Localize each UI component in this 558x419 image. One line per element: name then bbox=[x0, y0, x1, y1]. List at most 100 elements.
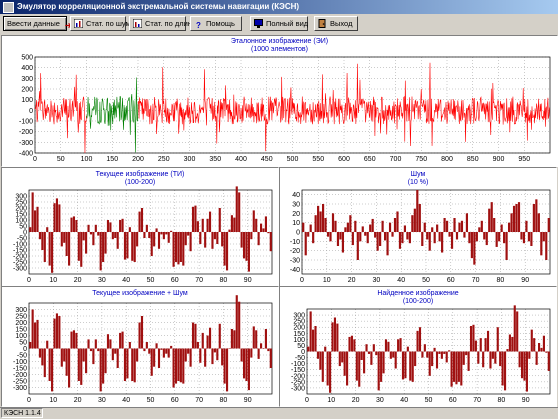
bar bbox=[43, 348, 46, 378]
bar bbox=[250, 232, 253, 240]
x-tick-label: 40 bbox=[122, 397, 130, 404]
bar bbox=[225, 232, 229, 271]
bar bbox=[346, 222, 349, 232]
x-tick-label: 30 bbox=[373, 277, 381, 284]
enter-data-button[interactable]: Ввести данные ➔ bbox=[3, 16, 72, 31]
bar bbox=[213, 232, 216, 240]
bar bbox=[157, 348, 161, 368]
bar bbox=[177, 348, 180, 381]
y-tick-label: -30 bbox=[290, 258, 300, 265]
bar bbox=[474, 340, 477, 352]
bar bbox=[43, 232, 46, 262]
y-tick-label: 0 bbox=[29, 108, 33, 115]
bar bbox=[140, 316, 144, 349]
x-tick-label: 30 bbox=[98, 277, 106, 284]
bar bbox=[535, 351, 538, 365]
bar bbox=[314, 215, 317, 232]
bar bbox=[516, 311, 519, 352]
bar bbox=[379, 232, 382, 246]
bar bbox=[111, 232, 114, 240]
bar bbox=[206, 335, 209, 349]
bar bbox=[515, 204, 518, 232]
bar bbox=[517, 202, 521, 232]
bar bbox=[397, 339, 400, 352]
bar bbox=[326, 232, 330, 237]
bar bbox=[496, 327, 499, 352]
x-tick-label: 40 bbox=[122, 277, 130, 284]
x-tick-label: 550 bbox=[312, 156, 324, 163]
bar bbox=[213, 348, 216, 353]
help-button[interactable]: ? Помощь bbox=[190, 16, 242, 31]
bar bbox=[187, 232, 190, 236]
y-tick-label: -200 bbox=[19, 129, 33, 136]
bar bbox=[235, 186, 238, 232]
bar bbox=[75, 332, 78, 349]
bar bbox=[153, 232, 156, 247]
bar bbox=[382, 351, 385, 374]
chart-icon bbox=[132, 18, 143, 29]
bar bbox=[540, 347, 543, 352]
x-tick-label: 60 bbox=[447, 277, 455, 284]
bar bbox=[63, 348, 66, 362]
bar bbox=[82, 348, 85, 362]
bar bbox=[51, 232, 54, 273]
exit-button[interactable]: Выход bbox=[314, 16, 358, 31]
bar bbox=[65, 348, 68, 376]
bar bbox=[396, 211, 399, 232]
bar bbox=[389, 351, 392, 359]
bar bbox=[450, 351, 453, 387]
bar bbox=[233, 330, 236, 349]
bar bbox=[245, 232, 248, 261]
x-tick-label: 0 bbox=[300, 277, 304, 284]
bar bbox=[493, 218, 496, 232]
full-view-button[interactable]: Полный вид bbox=[250, 16, 308, 31]
bar bbox=[366, 232, 369, 244]
bar bbox=[491, 351, 494, 359]
bar bbox=[380, 351, 383, 382]
bar bbox=[365, 344, 368, 352]
bar bbox=[85, 232, 88, 254]
bar bbox=[360, 351, 363, 360]
bar bbox=[242, 232, 246, 259]
x-tick-label: 950 bbox=[518, 156, 530, 163]
stat-noise-button[interactable]: Стат. по шуму bbox=[70, 16, 135, 31]
bar bbox=[445, 220, 449, 232]
bar bbox=[346, 351, 349, 386]
x-tick-label: 50 bbox=[147, 277, 155, 284]
bar bbox=[319, 351, 322, 370]
bar bbox=[114, 348, 117, 354]
full-view-label: Полный вид bbox=[266, 19, 309, 28]
bar bbox=[221, 348, 224, 366]
reference-chart: 5004003002001000-100-200-300-4000 50 100 15… bbox=[19, 55, 551, 163]
bar bbox=[426, 232, 429, 240]
bar bbox=[208, 327, 212, 349]
bar bbox=[46, 340, 49, 349]
bar bbox=[448, 232, 451, 237]
bar bbox=[507, 222, 511, 232]
bar bbox=[445, 351, 448, 363]
bar bbox=[404, 351, 407, 379]
bar bbox=[538, 343, 541, 352]
bar bbox=[374, 232, 377, 238]
bar bbox=[423, 344, 426, 352]
bar bbox=[182, 232, 185, 266]
bar bbox=[179, 232, 182, 262]
stat-length-button[interactable]: Стат. по длине bbox=[129, 16, 196, 31]
x-tick-label: 500 bbox=[287, 156, 299, 163]
help-icon: ? bbox=[196, 21, 201, 30]
x-tick-label: 450 bbox=[261, 156, 273, 163]
bar bbox=[478, 227, 481, 232]
bar bbox=[114, 232, 117, 238]
x-tick-label: 800 bbox=[441, 156, 453, 163]
bar bbox=[199, 348, 202, 363]
bar bbox=[128, 227, 131, 232]
bar bbox=[333, 317, 337, 352]
reference-series-line bbox=[137, 62, 550, 152]
x-tick-label: 70 bbox=[195, 397, 203, 404]
bar bbox=[485, 232, 488, 246]
bar bbox=[523, 351, 526, 381]
bar bbox=[191, 206, 195, 232]
title-bar: Эмулятор корреляционной экстремальной си… bbox=[0, 0, 558, 14]
bar bbox=[206, 218, 209, 232]
bar bbox=[68, 232, 71, 266]
